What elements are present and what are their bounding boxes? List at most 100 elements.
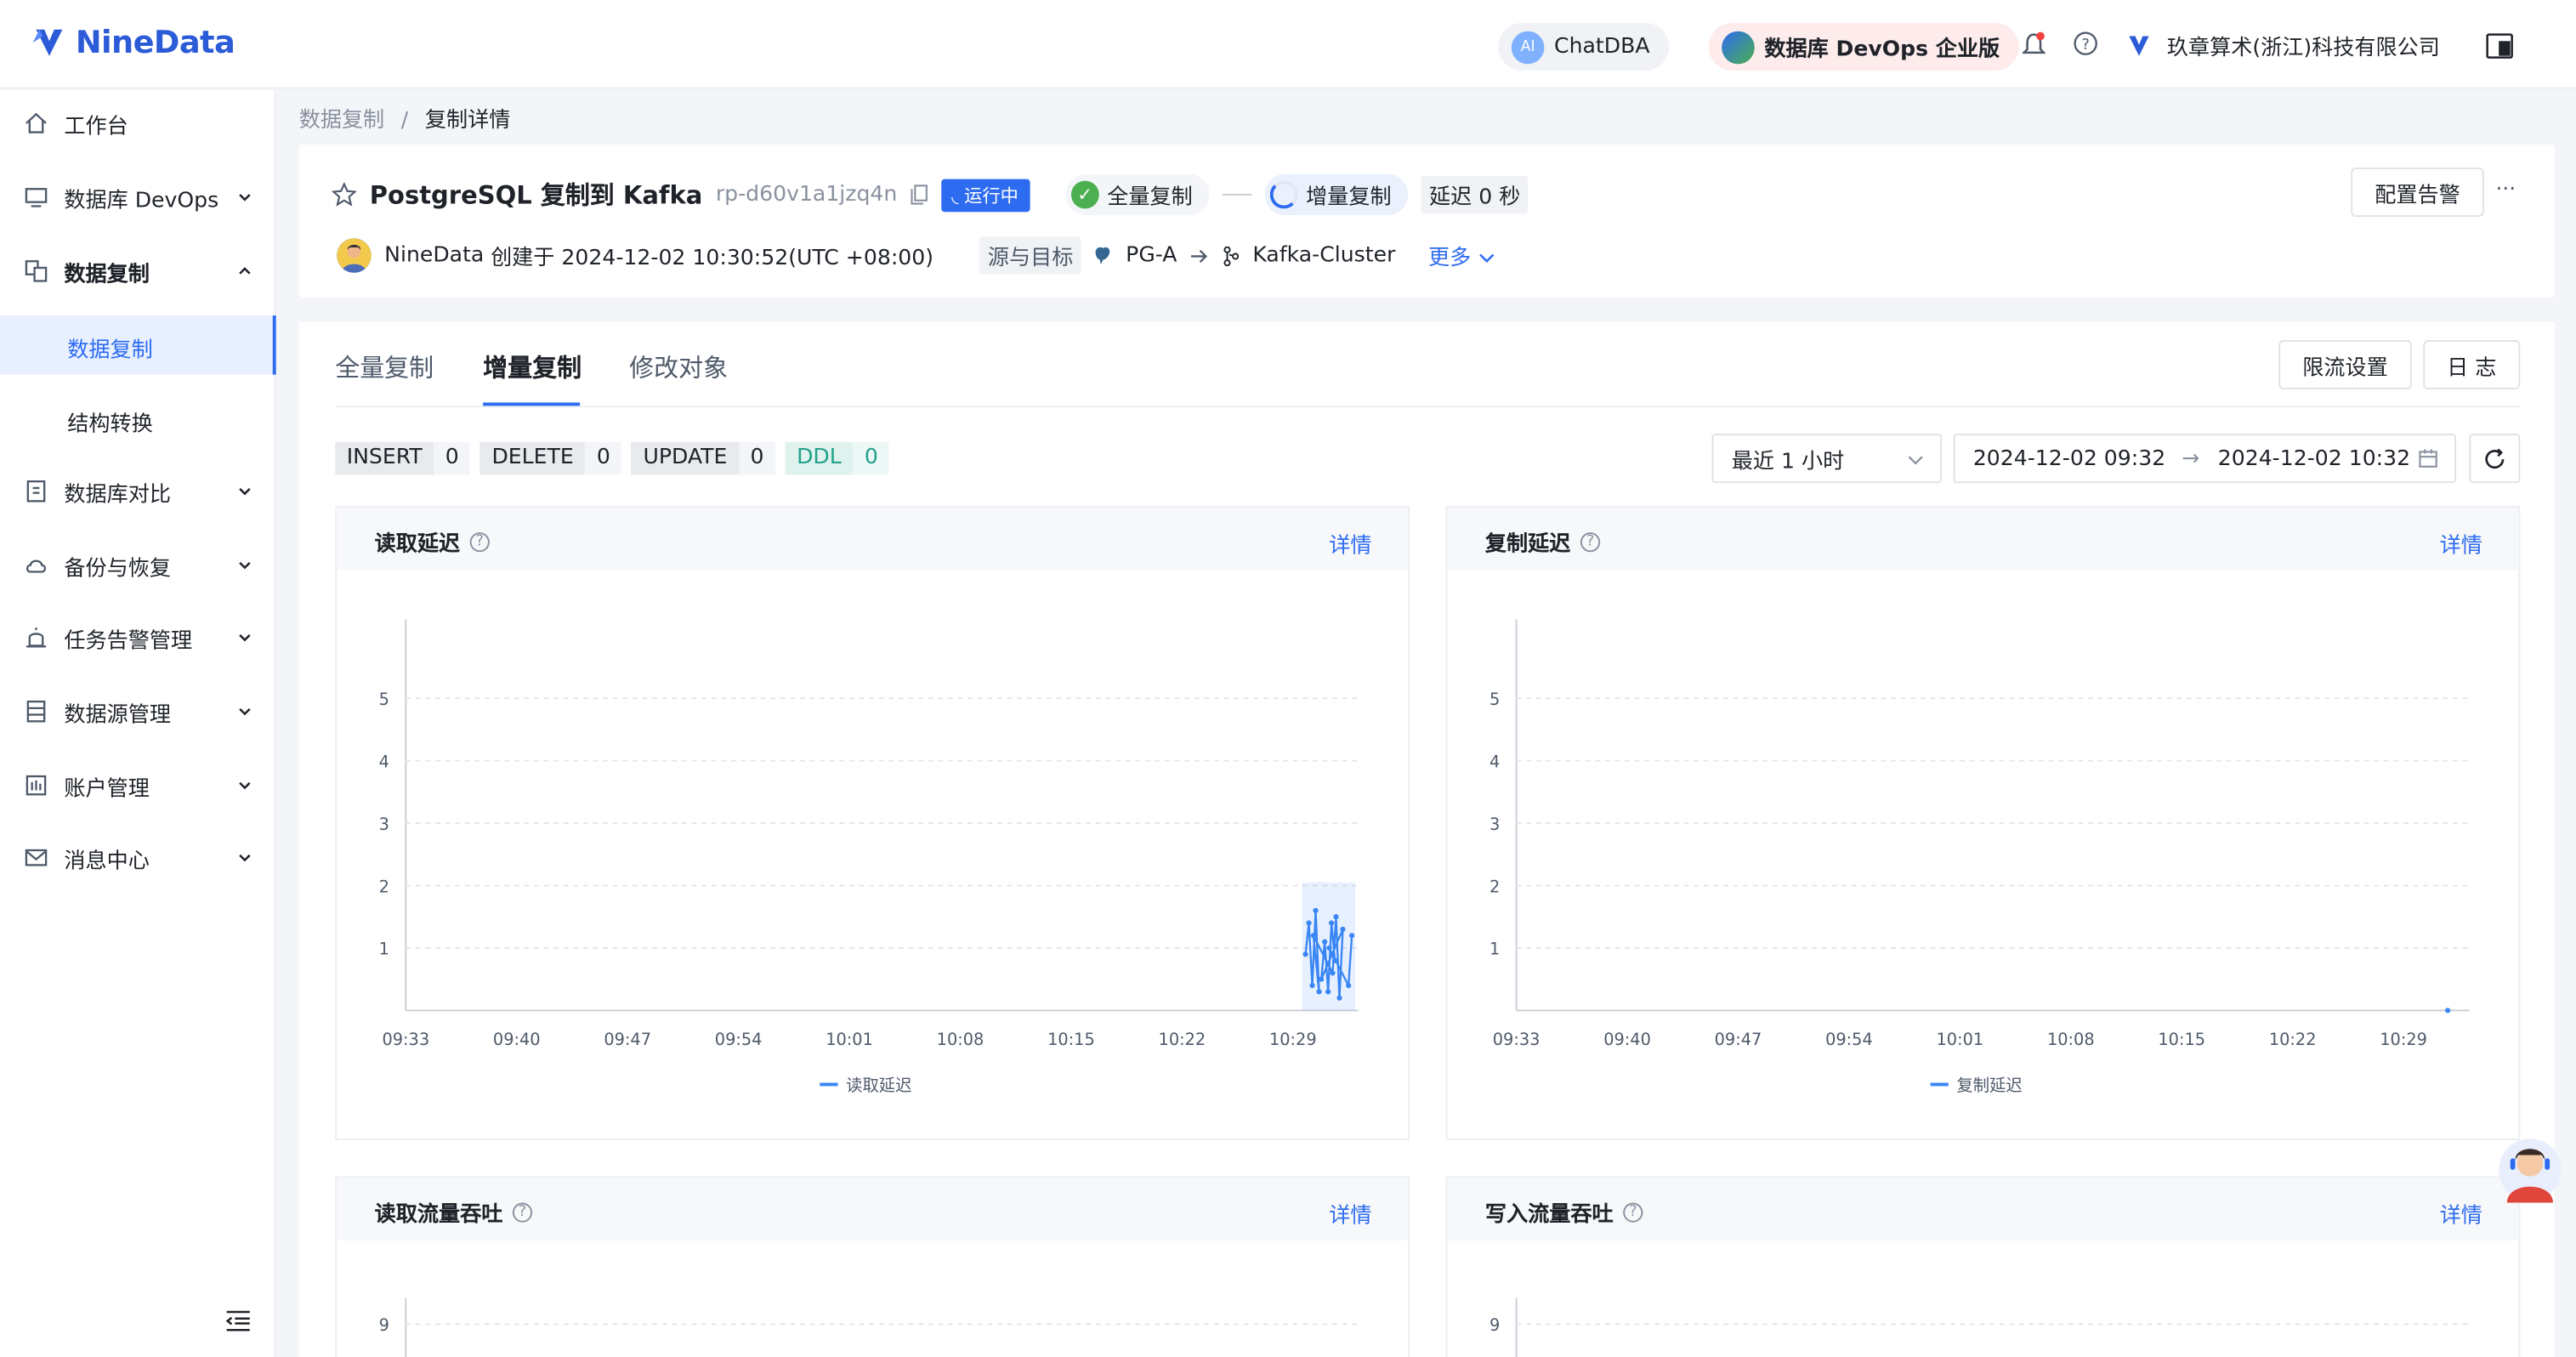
tab-modify-objects[interactable]: 修改对象 (629, 350, 728, 385)
throttle-settings-button[interactable]: 限流设置 (2278, 340, 2412, 389)
monitor-icon (25, 188, 48, 207)
chevron-down-icon (239, 488, 251, 496)
breadcrumb-current: 复制详情 (424, 108, 511, 133)
sidebar-item-replication[interactable]: 数据复制 (0, 241, 276, 301)
y-tick-label: 1 (379, 940, 389, 959)
sidebar-item-label: 数据源管理 (64, 702, 171, 728)
time-range-select[interactable]: 最近 1 小时 (1711, 434, 1943, 484)
sidebar-item-backup[interactable]: 备份与恢复 (0, 536, 276, 595)
help-icon[interactable]: ? (469, 531, 490, 552)
calendar-icon (2419, 449, 2437, 468)
refresh-icon (2485, 447, 2505, 468)
app-root: NineData AI ChatDBA 数据库 DevOps 企业版 ? 玖章算… (0, 0, 2576, 1357)
breadcrumb-separator: / (400, 108, 409, 133)
legend-label: 读取延迟 (846, 1076, 911, 1095)
brand-name: NineData (75, 24, 235, 61)
support-bot-icon[interactable] (2497, 1133, 2562, 1203)
data-point (1306, 920, 1312, 926)
dml-counters: INSERT 0 DELETE 0 UPDATE 0 DDL 0 (335, 441, 890, 475)
more-link[interactable]: 更多 (1428, 240, 1495, 271)
sidebar-item-compare[interactable]: 数据库对比 (0, 462, 276, 521)
time-range-value: 最近 1 小时 (1731, 449, 1845, 474)
sidebar-subitem-schema-convert[interactable]: 结构转换 (0, 389, 276, 449)
chart-title: 读取延迟? (375, 525, 490, 557)
sidebar-item-label: 消息中心 (64, 849, 150, 874)
star-icon[interactable] (332, 182, 357, 207)
tab-bar: 全量复制 增量复制 修改对象 (335, 322, 2521, 408)
sidebar-item-messages[interactable]: 消息中心 (0, 828, 276, 888)
chart-detail-link[interactable]: 详情 (1329, 1198, 1371, 1229)
date-range-picker[interactable]: 2024-12-02 09:32 → 2024-12-02 10:32 (1953, 434, 2456, 484)
copy-icon[interactable] (911, 184, 928, 205)
y-tick-label: 2 (1489, 877, 1500, 896)
datasource-icon (26, 700, 46, 723)
chart-header: 复制延迟? 详情 (1447, 508, 2519, 571)
chart-title: 读取流量吞吐? (375, 1196, 533, 1228)
source-name[interactable]: PG-A (1126, 243, 1177, 268)
range-start[interactable]: 2024-12-02 09:32 (1973, 446, 2165, 471)
y-tick-label: 9 (379, 1315, 389, 1335)
check-circle-icon: ✓ (1070, 180, 1099, 209)
target-name[interactable]: Kafka-Cluster (1252, 243, 1395, 268)
counter-key: INSERT (335, 441, 434, 475)
range-arrow-icon: → (2182, 446, 2200, 471)
language-icon[interactable] (2486, 33, 2514, 60)
edition-badge[interactable]: 数据库 DevOps 企业版 (1708, 23, 2020, 71)
chart-detail-link[interactable]: 详情 (2440, 527, 2482, 559)
y-tick-label: 2 (379, 877, 389, 896)
data-point (1332, 957, 1338, 963)
sidebar-subitem-data-replication[interactable]: 数据复制 (0, 315, 276, 375)
edition-label: 数据库 DevOps 企业版 (1764, 37, 2000, 63)
help-icon[interactable]: ? (2074, 31, 2098, 56)
counter-key: DELETE (479, 441, 586, 475)
tab-full-replication[interactable]: 全量复制 (335, 350, 434, 385)
chatdba-button[interactable]: AI ChatDBA (1498, 23, 1670, 71)
chevron-down-icon (239, 781, 251, 790)
data-point (1329, 920, 1335, 926)
breadcrumb-parent[interactable]: 数据复制 (299, 109, 385, 133)
chart-detail-link[interactable]: 详情 (2440, 1198, 2482, 1229)
data-point (1326, 945, 1332, 951)
sidebar-item-datasource[interactable]: 数据源管理 (0, 682, 276, 741)
help-icon[interactable]: ? (512, 1201, 533, 1222)
chart-plot: 1 2 3 4 5 09:33 09:40 09:47 09:54 10:01 10:08 10:15… (379, 619, 1359, 1095)
step-label: 全量复制 (1107, 185, 1193, 211)
task-header-card: PostgreSQL 复制到 Kafka rp-d60v1a1jzq4n ◟ 运… (298, 145, 2555, 298)
help-icon[interactable]: ? (1580, 531, 1601, 552)
log-button[interactable]: 日 志 (2423, 340, 2521, 389)
refresh-button[interactable] (2469, 434, 2521, 484)
bell-icon[interactable] (2022, 31, 2045, 58)
chevron-down-icon (239, 854, 251, 862)
top-bar: NineData AI ChatDBA 数据库 DevOps 企业版 ? 玖章算… (0, 0, 2576, 89)
data-point (1302, 951, 1308, 957)
sidebar-item-alarm[interactable]: 任务告警管理 (0, 608, 276, 667)
chart-plot: 1 2 3 4 5 09:33 09:40 09:47 09:54 10:01 10:08 10:15… (1489, 619, 2470, 1095)
x-tick-label: 10:01 (1937, 1030, 1984, 1049)
sidebar-item-devops[interactable]: 数据库 DevOps (0, 167, 276, 227)
collapse-menu-icon[interactable] (225, 1309, 252, 1332)
data-point (1322, 939, 1328, 945)
sidebar-item-workbench[interactable]: 工作台 (0, 94, 276, 153)
sidebar-item-label: 数据库 DevOps (64, 188, 219, 213)
help-icon[interactable]: ? (1623, 1201, 1643, 1222)
range-end[interactable]: 2024-12-02 10:32 (2218, 446, 2410, 471)
avatar (337, 238, 372, 273)
company-name: 玖章算术(浙江)科技有限公司 (2166, 36, 2440, 61)
chart-detail-link[interactable]: 详情 (1329, 527, 1371, 559)
spinner-icon (1269, 180, 1298, 209)
tab-incremental-replication[interactable]: 增量复制 (483, 350, 582, 385)
configure-alert-button[interactable]: 配置告警 (2351, 167, 2484, 218)
sidebar-item-account[interactable]: 账户管理 (0, 756, 276, 815)
more-actions-icon[interactable]: ··· (2495, 178, 2516, 202)
x-tick-label: 09:33 (382, 1030, 429, 1049)
logo-icon (32, 29, 63, 56)
org-icon (2129, 35, 2149, 55)
step-incremental-replication[interactable]: 增量复制 (1264, 173, 1408, 216)
company-switcher[interactable]: 玖章算术(浙江)科技有限公司 (2125, 30, 2440, 61)
step-full-replication[interactable]: ✓ 全量复制 (1065, 173, 1210, 216)
chevron-down-icon (239, 707, 251, 716)
postgresql-icon (1096, 246, 1110, 264)
arrow-right-icon (1191, 248, 1208, 263)
logo[interactable]: NineData (30, 23, 235, 62)
chart-header: 写入流量吞吐? 详情 (1447, 1178, 2519, 1241)
